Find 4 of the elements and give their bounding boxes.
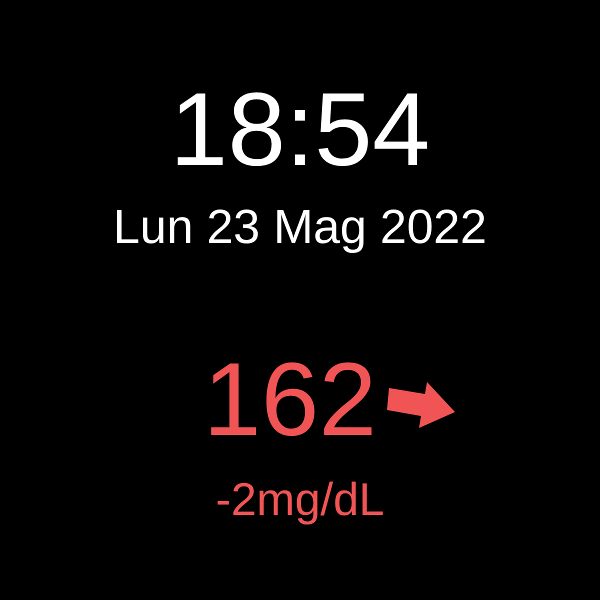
date-text: Lun 23 Mag 2022 [113, 204, 487, 252]
clock-time: 18:54 [170, 78, 430, 182]
glucose-value: 162 [203, 348, 377, 452]
glucose-delta: -2mg/dL [216, 476, 384, 522]
